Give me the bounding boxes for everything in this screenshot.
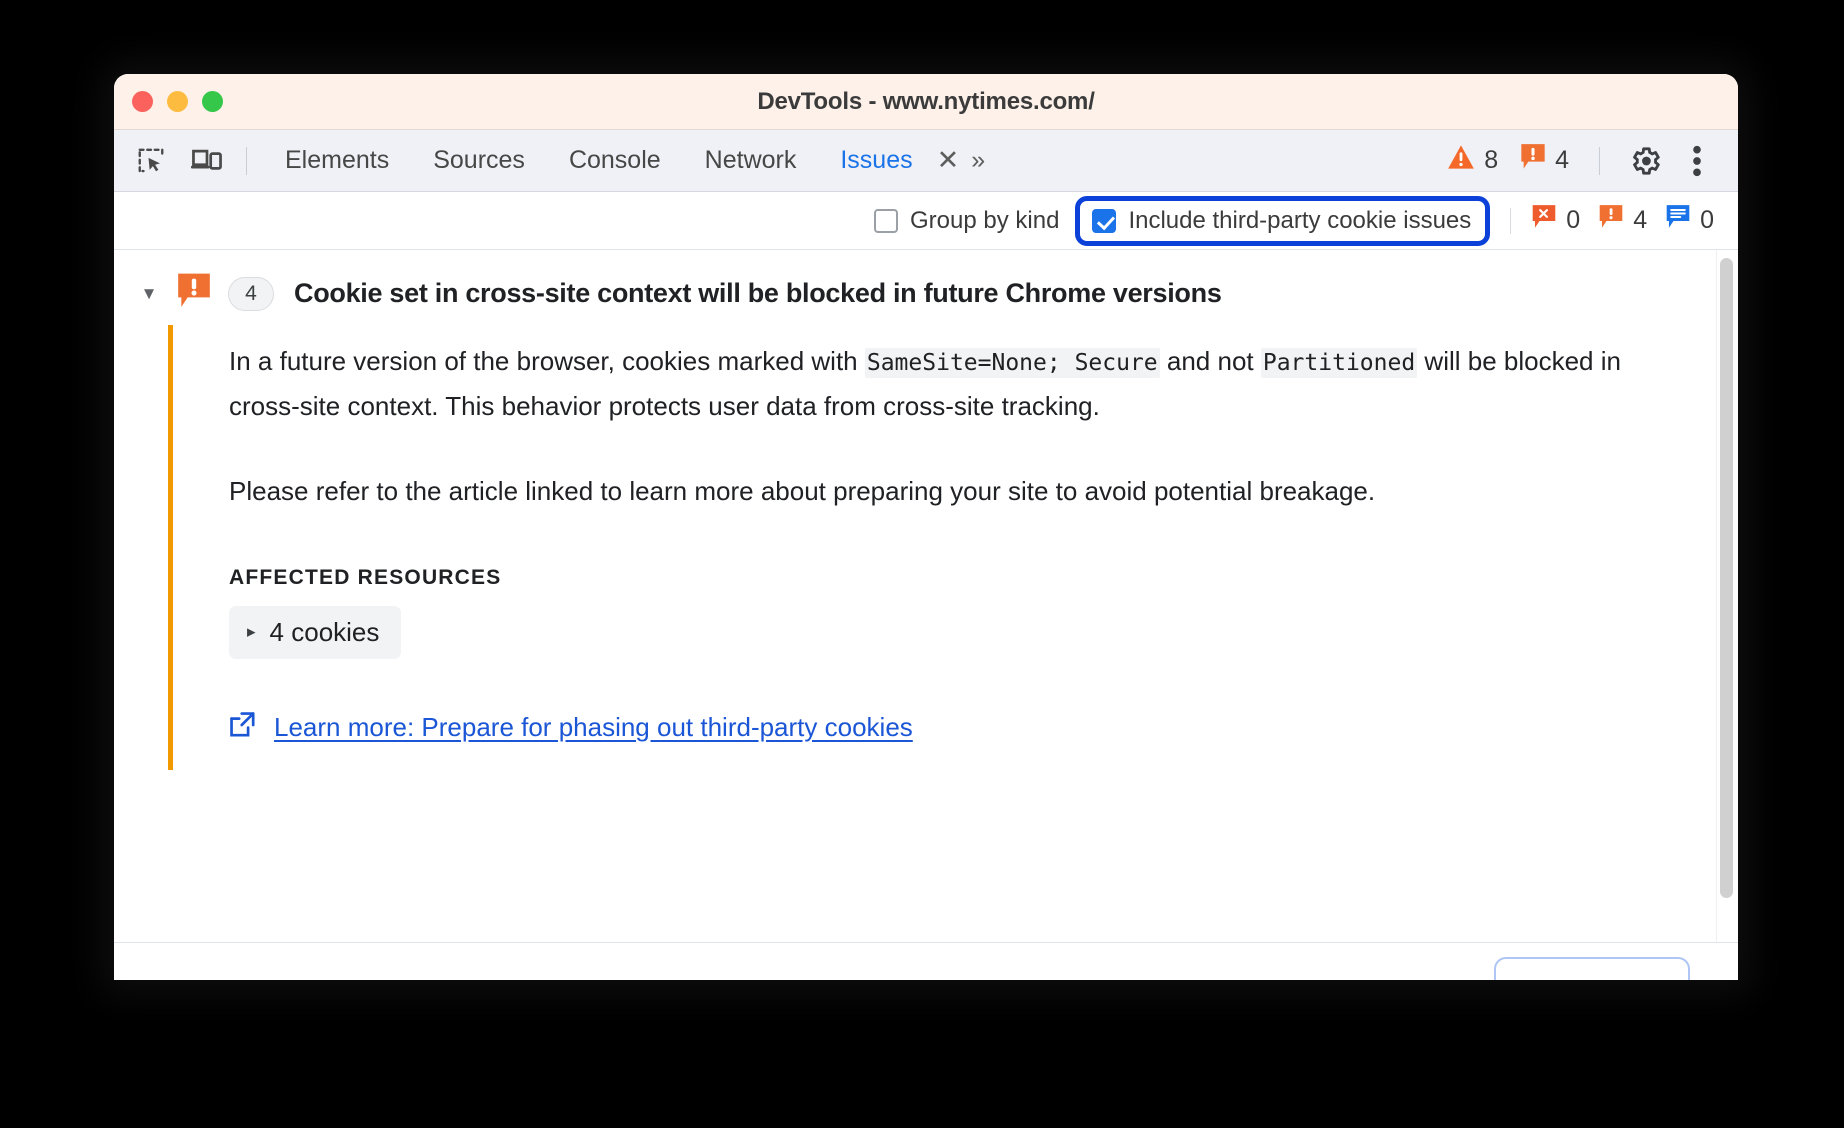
warning-count-value: 8	[1484, 146, 1499, 174]
issue-paragraph-2: Please refer to the article linked to le…	[229, 475, 1376, 506]
devtools-footer	[114, 942, 1738, 980]
error-bubble-icon	[1531, 204, 1557, 237]
gear-icon[interactable]	[1622, 139, 1668, 183]
window-titlebar: DevTools - www.nytimes.com/	[114, 74, 1738, 130]
issue-bubble-icon	[1520, 143, 1546, 178]
include-third-party-checkbox[interactable]	[1092, 208, 1117, 233]
learn-more-link[interactable]: Learn more: Prepare for phasing out thir…	[274, 712, 913, 743]
affected-resources-count-label: 4 cookies	[269, 616, 380, 647]
window-title: DevTools - www.nytimes.com/	[757, 87, 1095, 115]
issue-kind-counters: 0 4 0	[1531, 204, 1714, 237]
issues-scrollbar[interactable]	[1716, 250, 1738, 942]
warning-bubble-icon	[1598, 204, 1624, 237]
affected-resources-chip[interactable]: ▸ 4 cookies	[229, 605, 402, 659]
inspect-element-icon[interactable]	[128, 139, 174, 183]
issue-title: Cookie set in cross-site context will be…	[294, 278, 1222, 308]
group-by-kind-control[interactable]: Group by kind	[874, 207, 1059, 235]
issue-paragraph-1: In a future version of the browser, cook…	[229, 339, 1649, 429]
include-third-party-label: Include third-party cookie issues	[1128, 206, 1472, 234]
code-partitioned: Partitioned	[1260, 348, 1418, 378]
expand-collapse-icon[interactable]: ▼	[132, 277, 166, 311]
external-link-icon	[229, 711, 257, 744]
issue-counter[interactable]: 4	[1512, 143, 1577, 178]
info-bubble-icon	[1665, 204, 1691, 237]
warning-kind-count-value: 4	[1633, 206, 1648, 234]
tab-sources[interactable]: Sources	[411, 146, 547, 175]
close-tab-icon[interactable]: ✕	[935, 145, 966, 176]
partially-visible-control[interactable]	[1494, 957, 1690, 980]
para1-part2: and not	[1159, 346, 1261, 376]
screenshot-stage: DevTools - www.nytimes.com/ Elements Sou…	[0, 0, 1844, 1128]
issues-list-pane: ▼ 4 Cookie set in cross-site context wil…	[114, 250, 1738, 942]
warning-triangle-icon	[1447, 144, 1475, 177]
tabbar-counters: 8 4	[1439, 139, 1720, 183]
tab-issues[interactable]: Issues	[818, 146, 934, 175]
warning-counter[interactable]: 8	[1439, 144, 1506, 177]
warning-kind-counter[interactable]: 4	[1598, 204, 1647, 237]
panel-tabs: Elements Sources Console Network Issues …	[263, 145, 994, 176]
para1-part1: In a future version of the browser, cook…	[229, 346, 865, 376]
chip-expand-arrow-icon: ▸	[247, 622, 256, 642]
tab-console[interactable]: Console	[547, 146, 683, 175]
issue-details-body: In a future version of the browser, cook…	[168, 325, 1738, 770]
include-third-party-highlight: Include third-party cookie issues	[1075, 195, 1491, 246]
info-count-value: 0	[1700, 206, 1714, 234]
kebab-menu-icon[interactable]	[1674, 139, 1720, 183]
group-by-kind-checkbox[interactable]	[874, 208, 899, 233]
device-toolbar-icon[interactable]	[184, 139, 230, 183]
devtools-tool-icons	[128, 139, 230, 183]
devtools-window: DevTools - www.nytimes.com/ Elements Sou…	[114, 74, 1738, 980]
code-samesite-none-secure: SameSite=None; Secure	[864, 348, 1160, 378]
issues-filter-bar: Group by kind Include third-party cookie…	[114, 192, 1738, 250]
issue-severity-icon	[176, 272, 212, 315]
more-tabs-icon[interactable]: »	[967, 146, 994, 175]
error-counter[interactable]: 0	[1531, 204, 1580, 237]
filter-bar-divider	[1510, 207, 1512, 234]
group-by-kind-label: Group by kind	[910, 206, 1060, 234]
info-counter[interactable]: 0	[1665, 204, 1714, 237]
error-count-value: 0	[1566, 206, 1581, 234]
counters-divider	[1599, 146, 1600, 175]
issues-scrollbar-thumb[interactable]	[1720, 258, 1733, 898]
tab-network[interactable]: Network	[683, 146, 819, 175]
toolbar-divider	[246, 146, 247, 175]
tab-elements[interactable]: Elements	[263, 146, 411, 175]
issue-row-header[interactable]: ▼ 4 Cookie set in cross-site context wil…	[114, 250, 1738, 325]
devtools-tabbar: Elements Sources Console Network Issues …	[114, 130, 1738, 192]
learn-more-row[interactable]: Learn more: Prepare for phasing out thir…	[229, 711, 1738, 744]
affected-resources-label: AFFECTED RESOURCES	[229, 565, 502, 589]
issue-count-value: 4	[1555, 146, 1569, 174]
issue-aggregate-count: 4	[228, 276, 274, 311]
